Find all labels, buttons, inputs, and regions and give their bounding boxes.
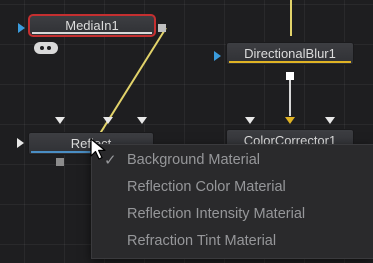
menu-item-reflection-intensity-material[interactable]: Reflection Intensity Material bbox=[92, 201, 373, 228]
reflect-input-arrow-icon[interactable] bbox=[17, 138, 24, 148]
node-directionalblur1[interactable]: DirectionalBlur1 bbox=[226, 42, 354, 65]
menu-item-refraction-tint-material[interactable]: Refraction Tint Material bbox=[92, 228, 373, 255]
node-mediain1[interactable]: MediaIn1 bbox=[28, 14, 156, 37]
menu-item-reflection-color-material[interactable]: Reflection Color Material bbox=[92, 174, 373, 201]
menu-item-label: Reflection Color Material bbox=[127, 179, 286, 195]
reflect-input-top2-icon[interactable] bbox=[103, 117, 113, 124]
directionalblur-input-arrow-icon[interactable] bbox=[214, 51, 221, 61]
reflect-input-top-icon[interactable] bbox=[55, 117, 65, 124]
menu-item-label: Refraction Tint Material bbox=[127, 233, 277, 249]
colorcorrector-input-3-icon[interactable] bbox=[325, 117, 335, 124]
view-toggle-icon[interactable] bbox=[34, 42, 58, 54]
colorcorrector-input-2-icon[interactable] bbox=[285, 117, 295, 124]
colorcorrector-input-1-icon[interactable] bbox=[245, 117, 255, 124]
menu-item-label: Background Material bbox=[127, 152, 260, 168]
node-directionalblur1-bar bbox=[229, 61, 351, 63]
reflect-output-square-icon[interactable] bbox=[56, 158, 64, 166]
directionalblur-output-square-icon[interactable] bbox=[286, 72, 294, 80]
mediain-input-arrow-icon[interactable] bbox=[18, 23, 25, 33]
pointer-cursor-icon bbox=[90, 138, 106, 160]
menu-item-label: Reflection Intensity Material bbox=[127, 206, 306, 222]
input-context-menu: ✓ Background Material Reflection Color M… bbox=[91, 144, 373, 259]
menu-item-background-material[interactable]: ✓ Background Material bbox=[92, 147, 373, 174]
node-mediain1-bar bbox=[32, 32, 152, 34]
node-editor-canvas[interactable]: MediaIn1 DirectionalBlur1 Reflect ColorC… bbox=[0, 0, 373, 263]
mediain-output-square-icon[interactable] bbox=[158, 24, 166, 32]
node-directionalblur1-label: DirectionalBlur1 bbox=[244, 46, 336, 61]
node-mediain1-label: MediaIn1 bbox=[65, 18, 119, 33]
reflect-input-top3-icon[interactable] bbox=[137, 117, 147, 124]
